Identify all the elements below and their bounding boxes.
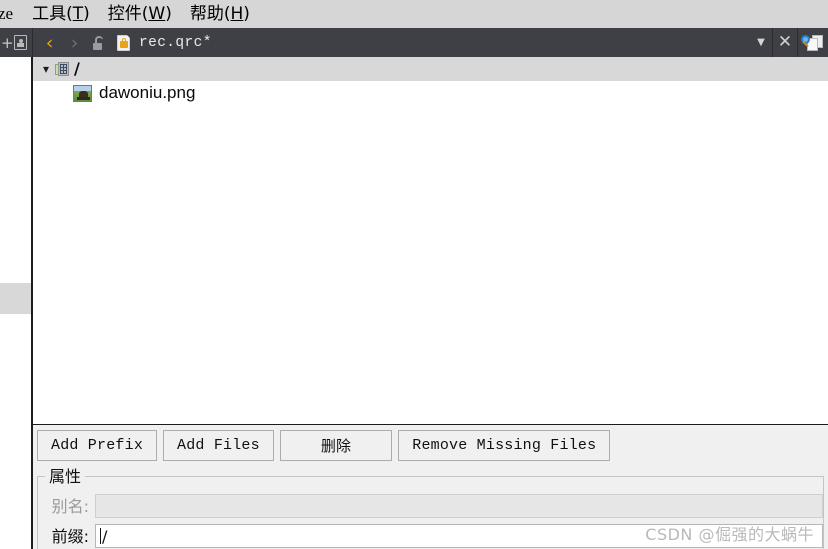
alias-field-label: 别名: [51,496,89,516]
alias-field-row: 别名: [37,493,824,519]
menu-item-clipped-label: ze [0,3,14,23]
remove-button-label: 删除 [320,437,352,455]
resource-editor-panel: ▾ / dawoniu.png Add Prefix Add Files 删除 … [33,57,828,549]
properties-group-title: 属性 [45,467,86,486]
split-view-icon[interactable] [13,35,27,50]
add-split-icon[interactable]: + [0,35,14,50]
tree-row-file-label: dawoniu.png [99,83,196,102]
alias-field[interactable] [95,494,823,518]
file-padlock [120,37,128,48]
menu-item-widgets-label: 控件( [107,3,149,24]
remove-missing-files-button-label: Remove Missing Files [412,437,597,454]
menu-item-tools-mnemonic: T [72,3,84,24]
resource-icon-grid [60,64,67,74]
image-thumbnail-icon [73,84,92,102]
navigate-forward-icon[interactable]: › [62,32,87,54]
prefix-field-row: 前缀: / [37,523,824,549]
chevron-down-icon[interactable]: ▾ [37,63,55,75]
padlock-shackle [95,35,103,43]
tree-row-file[interactable]: dawoniu.png [33,81,828,105]
resource-icon-tab [55,64,59,75]
padlock-body [93,42,102,50]
left-side-bar [0,57,31,549]
prefix-field-value: / [102,526,108,546]
close-icon[interactable]: ✕ [773,34,797,51]
prefix-field[interactable]: / [95,524,823,548]
add-files-button-label: Add Files [177,437,260,454]
file-corner [127,34,132,40]
menu-item-help[interactable]: 帮助(H) [181,2,259,27]
remove-missing-files-button[interactable]: Remove Missing Files [398,430,611,461]
resource-tree[interactable]: ▾ / dawoniu.png [33,57,828,425]
toolbar-divider-3 [797,28,798,57]
tree-row-root[interactable]: ▾ / [33,57,828,81]
add-files-button[interactable]: Add Files [163,430,274,461]
remove-button[interactable]: 删除 [279,430,393,461]
menu-item-help-label: 帮助( [189,3,231,24]
menu-item-tools-paren: ) [83,3,90,24]
menu-item-widgets-paren: ) [165,3,172,24]
add-prefix-button-label: Add Prefix [51,437,144,454]
toolbar-left-cluster: + [0,28,32,57]
menu-bar: ze 工具(T) 控件(W) 帮助(H) [0,0,828,28]
text-cursor [100,528,101,544]
menu-item-widgets-mnemonic: W [148,3,166,24]
menu-item-help-mnemonic: H [230,3,244,24]
menu-item-help-paren: ) [243,3,250,24]
resource-root-icon [55,61,70,77]
qt-resource-editor-window: ze 工具(T) 控件(W) 帮助(H) + ‹ › rec.qrc* ▼ ✕ … [0,0,828,549]
thumbnail-ground [77,96,90,100]
navigate-back-icon[interactable]: ‹ [33,32,62,54]
menu-item-clipped[interactable]: ze [0,2,23,27]
unlocked-padlock-icon[interactable] [91,34,109,52]
resource-action-buttons: Add Prefix Add Files 删除 Remove Missing F… [33,426,828,465]
editor-toolbar: + ‹ › rec.qrc* ▼ ✕ [0,28,828,57]
find-in-files-icon[interactable] [801,34,823,52]
tree-row-root-label: / [74,59,80,78]
menu-item-tools-label: 工具( [32,3,73,24]
chevron-down-icon[interactable]: ▼ [750,37,772,48]
locked-file-icon [117,34,132,52]
prefix-field-label: 前缀: [51,526,89,546]
open-file-name[interactable]: rec.qrc* [139,35,212,51]
menu-item-widgets[interactable]: 控件(W) [99,2,181,27]
menu-item-tools[interactable]: 工具(T) [23,2,99,27]
add-prefix-button[interactable]: Add Prefix [37,430,158,461]
properties-group: 属性 别名: 前缀: / [37,467,824,549]
left-side-bar-active-block[interactable] [0,283,31,314]
